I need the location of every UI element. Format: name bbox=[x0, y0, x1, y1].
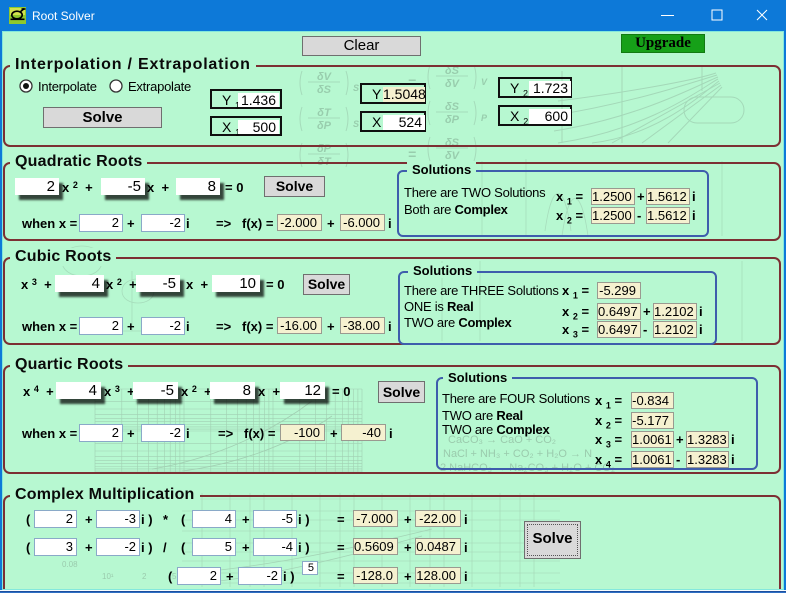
svg-text:=: = bbox=[408, 146, 416, 162]
svg-text:δV: δV bbox=[445, 150, 461, 162]
